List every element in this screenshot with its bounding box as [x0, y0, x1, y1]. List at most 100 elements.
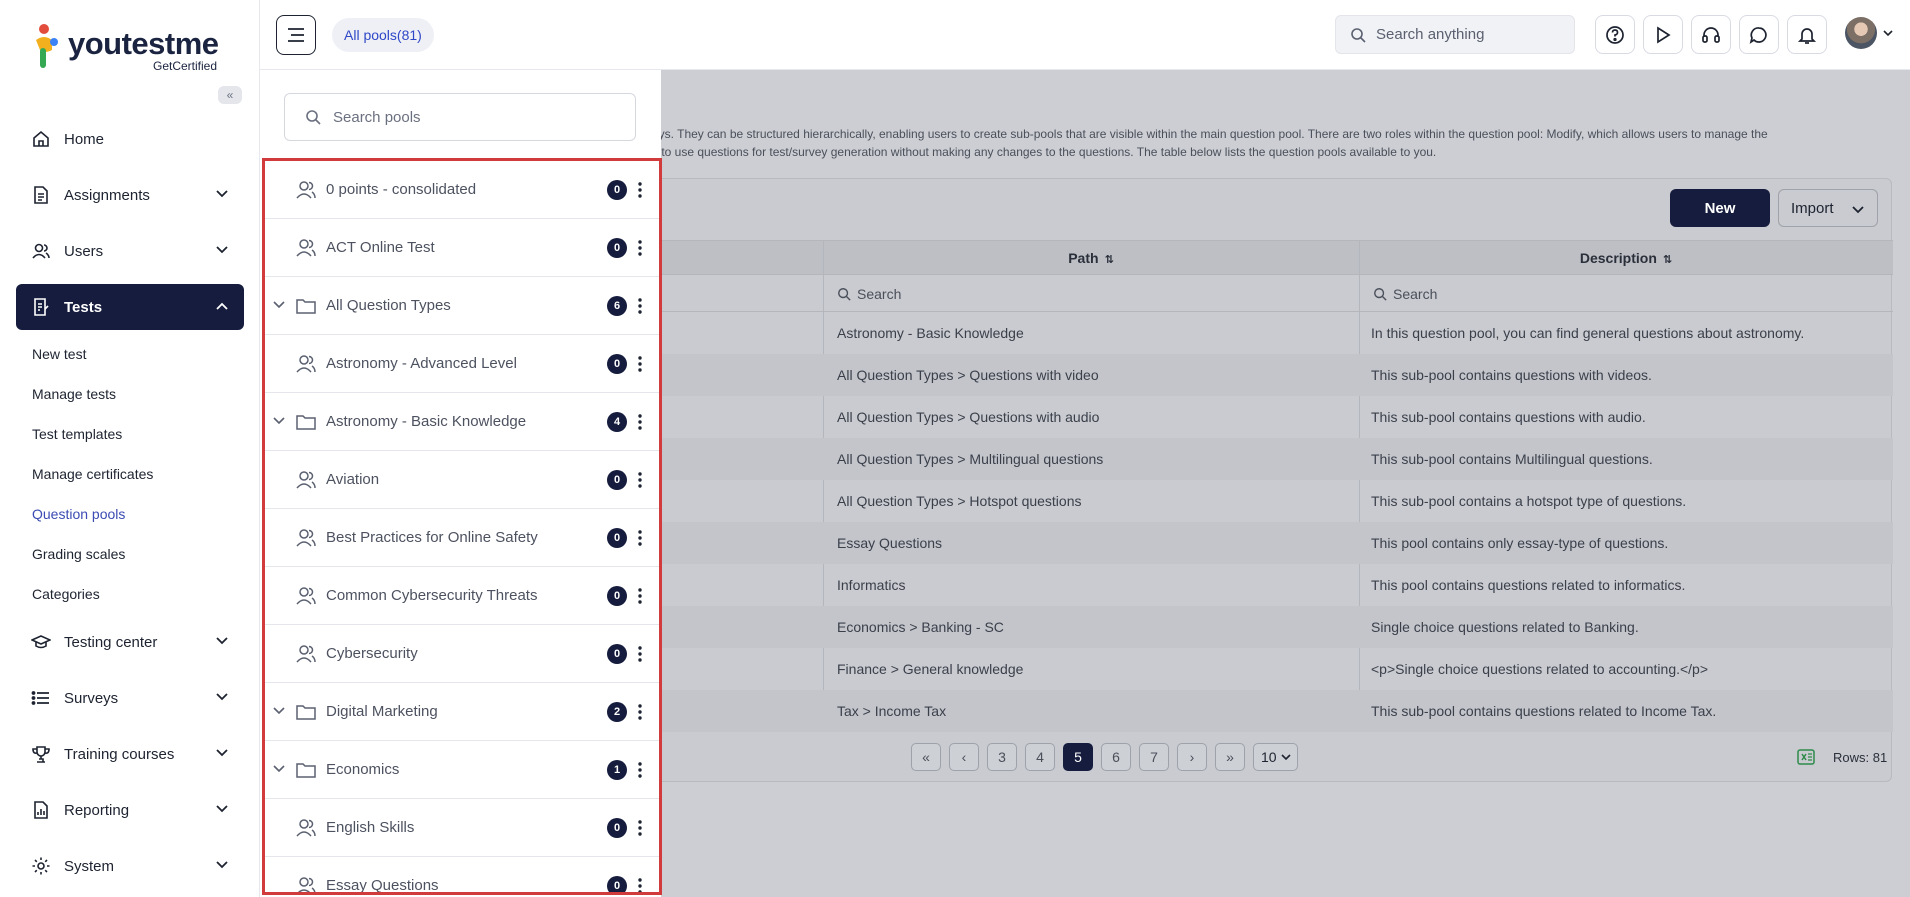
next-page-button[interactable]: › — [1177, 743, 1207, 771]
sidebar-item-label: Testing center — [64, 633, 158, 651]
pool-item[interactable]: Economics 1 — [265, 741, 659, 799]
kebab-menu-icon[interactable] — [638, 877, 642, 895]
table-row[interactable]: Economics > Banking - SC Single choice q… — [653, 606, 1893, 648]
last-page-button[interactable]: » — [1215, 743, 1245, 771]
search-icon — [837, 287, 851, 301]
collapse-sidebar-button[interactable]: « — [218, 86, 242, 104]
table-row[interactable]: All Question Types > Multilingual questi… — [653, 438, 1893, 480]
pool-search-placeholder: Search pools — [333, 108, 421, 126]
kebab-menu-icon[interactable] — [638, 413, 642, 431]
play-button[interactable] — [1643, 15, 1683, 54]
sidebar-subitem-manage-certificates[interactable]: Manage certificates — [32, 466, 153, 482]
users-icon — [296, 645, 316, 663]
sidebar-item-tests[interactable]: Tests — [16, 284, 244, 330]
pool-item[interactable]: Essay Questions 0 — [265, 857, 659, 895]
chat-icon — [1749, 26, 1767, 44]
sidebar-subitem-categories[interactable]: Categories — [32, 586, 100, 602]
table-row[interactable]: All Question Types > Hotspot questions T… — [653, 480, 1893, 522]
kebab-menu-icon[interactable] — [638, 645, 642, 663]
sidebar-item-assignments[interactable]: Assignments — [16, 172, 244, 218]
table-row[interactable]: Tax > Income Tax This sub-pool contains … — [653, 690, 1893, 732]
kebab-menu-icon[interactable] — [638, 355, 642, 373]
pool-item[interactable]: Astronomy - Advanced Level 0 — [265, 335, 659, 393]
support-button[interactable] — [1691, 15, 1731, 54]
kebab-menu-icon[interactable] — [638, 529, 642, 547]
page-button-current[interactable]: 5 — [1063, 743, 1093, 771]
pool-item[interactable]: Common Cybersecurity Threats 0 — [265, 567, 659, 625]
page-button[interactable]: 3 — [987, 743, 1017, 771]
pool-item[interactable]: Cybersecurity 0 — [265, 625, 659, 683]
sidebar-subitem-test-templates[interactable]: Test templates — [32, 426, 122, 442]
column-header-description[interactable]: Description ⇅ — [1359, 241, 1893, 276]
table-row[interactable]: All Question Types > Questions with audi… — [653, 396, 1893, 438]
pools-tree-panel: Search pools 0 points - consolidated 0 A… — [260, 70, 662, 897]
table-row[interactable]: All Question Types > Questions with vide… — [653, 354, 1893, 396]
page-button[interactable]: 7 — [1139, 743, 1169, 771]
table-row[interactable]: Essay Questions This pool contains only … — [653, 522, 1893, 564]
import-button[interactable]: Import — [1778, 189, 1878, 227]
column-header-path[interactable]: Path ⇅ — [823, 241, 1359, 276]
pool-item[interactable]: All Question Types 6 — [265, 277, 659, 335]
help-button[interactable] — [1595, 15, 1635, 54]
kebab-menu-icon[interactable] — [638, 819, 642, 837]
chevron-down-icon[interactable] — [272, 298, 286, 312]
sidebar-item-reporting[interactable]: Reporting — [16, 787, 244, 833]
kebab-menu-icon[interactable] — [638, 239, 642, 257]
new-pool-button[interactable]: New — [1670, 189, 1770, 227]
sidebar-item-users[interactable]: Users — [16, 228, 244, 274]
sidebar-subitem-question-pools[interactable]: Question pools — [32, 506, 125, 522]
pool-search-input[interactable]: Search pools — [284, 93, 636, 141]
table-row[interactable]: Informatics This pool contains questions… — [653, 564, 1893, 606]
page-size-select[interactable]: 10 — [1253, 743, 1298, 771]
pools-menu-button[interactable] — [276, 15, 316, 55]
pool-count-badge: 0 — [607, 354, 627, 374]
sidebar-subitem-grading-scales[interactable]: Grading scales — [32, 546, 125, 562]
chevron-down-icon[interactable] — [272, 762, 286, 776]
sidebar-item-testing-center[interactable]: Testing center — [16, 619, 244, 665]
pool-item[interactable]: Astronomy - Basic Knowledge 4 — [265, 393, 659, 451]
pool-item[interactable]: Digital Marketing 2 — [265, 683, 659, 741]
kebab-menu-icon[interactable] — [638, 761, 642, 779]
sort-icon: ⇅ — [1662, 254, 1673, 266]
excel-export-icon[interactable] — [1797, 748, 1815, 766]
logo[interactable]: youtestme GetCertified — [32, 22, 232, 74]
user-avatar[interactable] — [1845, 17, 1877, 49]
description-filter-input[interactable]: Search — [1359, 275, 1893, 312]
sidebar-item-training-courses[interactable]: Training courses — [16, 731, 244, 777]
chevron-down-icon[interactable] — [1882, 27, 1894, 39]
kebab-menu-icon[interactable] — [638, 181, 642, 199]
pool-count-badge: 4 — [607, 412, 627, 432]
table-row[interactable]: Astronomy - Basic Knowledge In this ques… — [653, 312, 1893, 354]
sidebar-item-surveys[interactable]: Surveys — [16, 675, 244, 721]
pool-item[interactable]: ACT Online Test 0 — [265, 219, 659, 277]
page-button[interactable]: 4 — [1025, 743, 1055, 771]
notifications-button[interactable] — [1787, 15, 1827, 54]
search-icon — [1350, 27, 1366, 43]
pool-item[interactable]: Best Practices for Online Safety 0 — [265, 509, 659, 567]
kebab-menu-icon[interactable] — [638, 703, 642, 721]
sidebar-item-system[interactable]: System — [16, 843, 244, 889]
first-page-button[interactable]: « — [911, 743, 941, 771]
chevron-down-icon — [216, 637, 228, 645]
pool-item[interactable]: Aviation 0 — [265, 451, 659, 509]
sidebar-subitem-manage-tests[interactable]: Manage tests — [32, 386, 116, 402]
sidebar-item-home[interactable]: Home — [16, 116, 244, 162]
chevron-down-icon[interactable] — [272, 704, 286, 718]
kebab-menu-icon[interactable] — [638, 297, 642, 315]
chevron-down-icon[interactable] — [272, 414, 286, 428]
pool-item[interactable]: English Skills 0 — [265, 799, 659, 857]
folder-icon — [296, 763, 316, 778]
page-button[interactable]: 6 — [1101, 743, 1131, 771]
all-pools-pill[interactable]: All pools(81) — [332, 18, 434, 52]
chat-button[interactable] — [1739, 15, 1779, 54]
global-search-input[interactable]: Search anything — [1335, 15, 1575, 54]
table-row[interactable]: Finance > General knowledge <p>Single ch… — [653, 648, 1893, 690]
cell-description: This sub-pool contains a hotspot type of… — [1371, 493, 1687, 509]
pool-item[interactable]: 0 points - consolidated 0 — [265, 161, 659, 219]
kebab-menu-icon[interactable] — [638, 471, 642, 489]
kebab-menu-icon[interactable] — [638, 587, 642, 605]
sidebar-subitem-new-test[interactable]: New test — [32, 346, 86, 362]
prev-page-button[interactable]: ‹ — [949, 743, 979, 771]
path-filter-input[interactable]: Search — [823, 275, 1359, 312]
pool-item-label: Best Practices for Online Safety — [326, 529, 538, 546]
